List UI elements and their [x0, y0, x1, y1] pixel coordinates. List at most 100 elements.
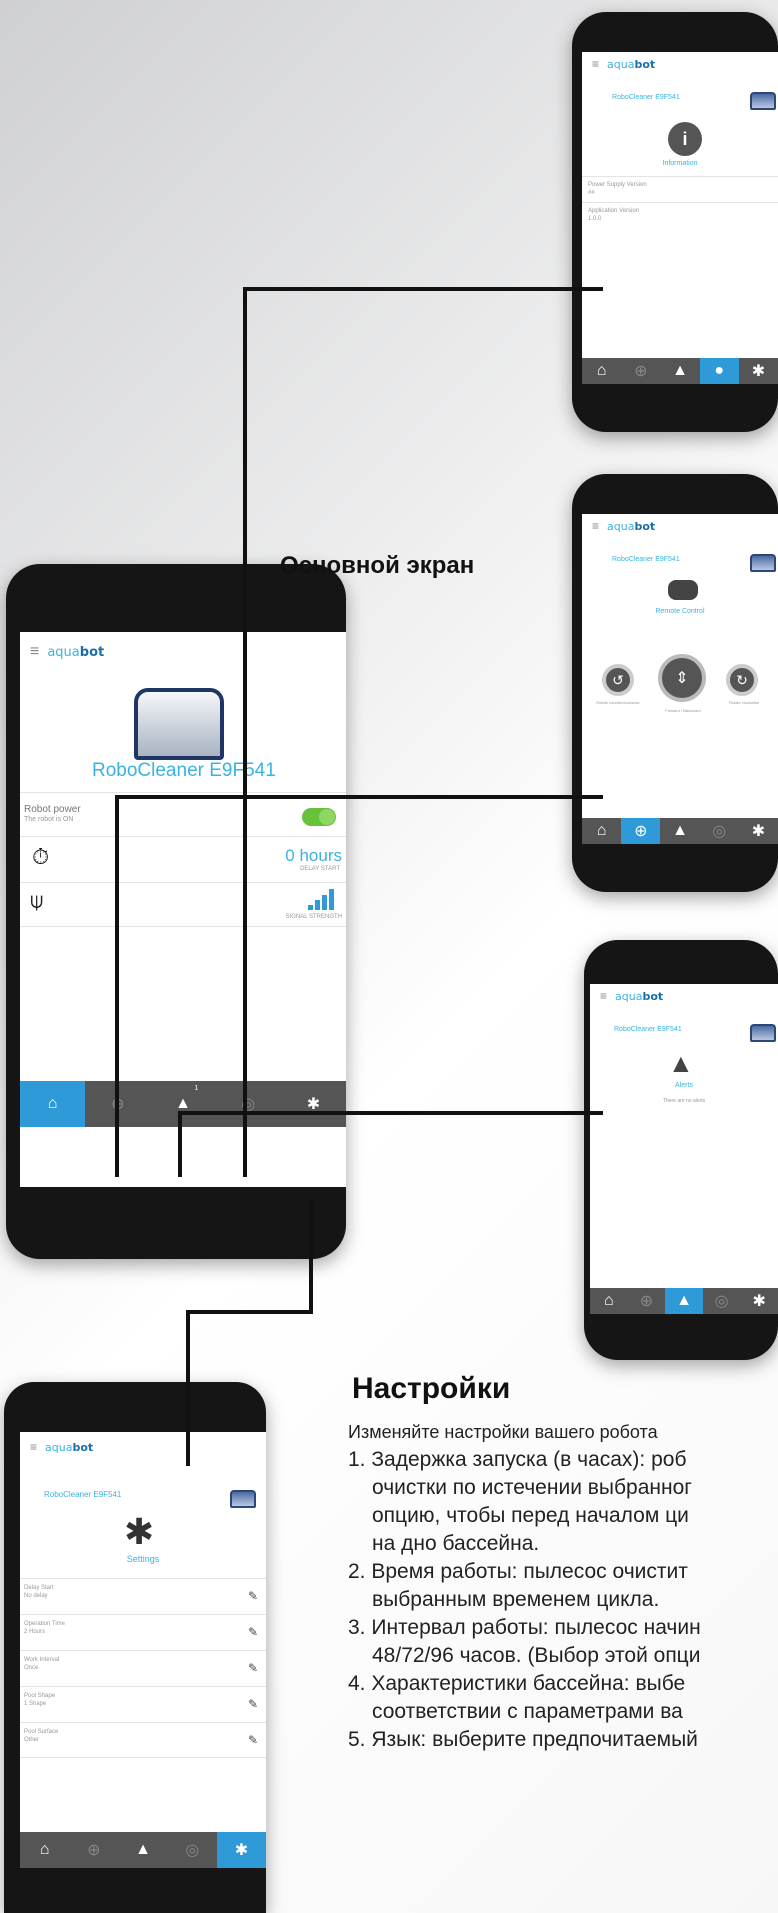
row-value: Other: [24, 1737, 40, 1743]
tab-remote[interactable]: ⊕: [621, 358, 660, 384]
tab-settings[interactable]: ✱: [739, 358, 778, 384]
settings-row[interactable]: Work Interval Once ✎: [20, 1650, 266, 1686]
row-label: Pool Shape: [24, 1693, 56, 1699]
tab-bar: ⌂ ⊕ ▲1 ◎ ✱: [20, 1081, 346, 1127]
connector-line: [115, 795, 603, 799]
settings-line: на дно бассейна.: [372, 1532, 540, 1555]
alerts-badge: 1: [194, 1085, 199, 1092]
delay-value[interactable]: 0 hours: [285, 846, 342, 866]
gamepad-icon: ⊕: [634, 823, 648, 840]
connector-line: [186, 1310, 190, 1466]
tab-settings[interactable]: ✱: [739, 818, 778, 844]
menu-icon[interactable]: ≡: [600, 989, 607, 1003]
power-toggle[interactable]: [302, 808, 336, 826]
app-header: ≡ aquabot: [582, 514, 778, 538]
settings-description: Изменяйте настройки вашего робота 1. Зад…: [348, 1418, 778, 1754]
edit-icon[interactable]: ✎: [248, 1733, 258, 1747]
divider: [20, 926, 346, 927]
settings-row[interactable]: Pool Surface Other ✎: [20, 1722, 266, 1758]
tab-remote[interactable]: ⊕: [628, 1288, 666, 1314]
forward-backward-caption: Forward / Backward: [665, 708, 701, 713]
edit-icon[interactable]: ✎: [248, 1661, 258, 1675]
settings-row[interactable]: Delay Start No delay ✎: [20, 1578, 266, 1614]
stopwatch-icon: ⏱: [32, 844, 50, 869]
edit-icon[interactable]: ✎: [248, 1625, 258, 1639]
connector-line: [243, 287, 247, 1177]
home-icon: ⌂: [39, 1841, 50, 1858]
rotate-ccw-button[interactable]: ↺: [602, 664, 634, 696]
tab-alerts[interactable]: ▲: [665, 1288, 703, 1314]
tab-remote[interactable]: ⊕: [621, 818, 661, 844]
main-screen-label: Основной экран: [280, 552, 475, 579]
connector-line: [178, 1111, 603, 1115]
tab-home[interactable]: ⌂: [20, 1081, 86, 1127]
robot-icon[interactable]: [230, 1490, 256, 1508]
robot-icon[interactable]: [750, 554, 776, 572]
field1-label: Power Supply Version: [588, 182, 647, 188]
tab-alerts[interactable]: ▲: [660, 358, 699, 384]
tab-settings[interactable]: ✱: [281, 1081, 346, 1127]
settings-line: очистки по истечении выбранног: [372, 1476, 692, 1499]
tab-settings[interactable]: ✱: [216, 1832, 266, 1868]
tab-alerts[interactable]: ▲ 1: [150, 1081, 215, 1127]
row-value: 2 Hours: [24, 1629, 46, 1635]
home-icon: ⌂: [596, 362, 607, 379]
app-header: ≡ aquabot: [582, 52, 778, 76]
info-screen: ≡ aquabot RoboCleaner E9F541 i Informati…: [582, 52, 778, 384]
robot-power-label: Robot power: [24, 804, 81, 815]
tab-info[interactable]: ◎: [216, 1081, 281, 1127]
tab-remote[interactable]: ⊕: [69, 1832, 118, 1868]
info-tab-icon: ◎: [714, 1293, 729, 1310]
antenna-icon: ⍦: [30, 888, 44, 913]
tab-info[interactable]: ●: [699, 358, 739, 384]
settings-screen: ≡ aquabot RoboCleaner E9F541 ✱ Settings …: [20, 1432, 266, 1868]
alerts-phone: ≡ aquabot RoboCleaner E9F541 ▲ Alerts Th…: [584, 940, 778, 1360]
menu-icon[interactable]: ≡: [30, 643, 39, 661]
tab-info[interactable]: ◎: [168, 1832, 217, 1868]
tab-alerts[interactable]: ▲: [660, 818, 699, 844]
settings-line: 5. Язык: выберите предпочитаемый: [348, 1728, 698, 1751]
remote-screen: ≡ aquabot RoboCleaner E9F541 Remote Cont…: [582, 514, 778, 844]
app-header: ≡ aquabot: [590, 984, 778, 1008]
alerts-screen: ≡ aquabot RoboCleaner E9F541 ▲ Alerts Th…: [590, 984, 778, 1314]
tab-alerts[interactable]: ▲: [118, 1832, 167, 1868]
menu-icon[interactable]: ≡: [30, 1440, 37, 1454]
settings-line: 3. Интервал работы: пылесос начин: [348, 1616, 701, 1639]
menu-icon[interactable]: ≡: [592, 519, 599, 533]
gear-icon: ✱: [124, 1511, 155, 1552]
row-label: Delay Start: [24, 1585, 54, 1591]
rotate-cw-button[interactable]: ↻: [726, 664, 758, 696]
tab-settings[interactable]: ✱: [740, 1288, 778, 1314]
info-tab-icon: ◎: [185, 1842, 200, 1859]
warning-icon: ▲: [672, 822, 688, 839]
warning-icon: ▲: [676, 1292, 692, 1309]
main-screen: ≡ aquabot RoboCleaner E9F541 Robot power…: [20, 632, 346, 1187]
tab-home[interactable]: ⌂: [590, 1288, 628, 1314]
tab-info[interactable]: ◎: [703, 1288, 741, 1314]
tab-info[interactable]: ◎: [700, 818, 739, 844]
gear-icon: ✱: [751, 823, 766, 840]
robot-power-status: The robot is ON: [24, 816, 74, 823]
device-name: RoboCleaner E9F541: [612, 556, 680, 563]
home-icon: ⌂: [603, 1292, 614, 1309]
brand-logo: aquabot: [47, 644, 105, 660]
settings-row[interactable]: Operation Time 2 Hours ✎: [20, 1614, 266, 1650]
field2-value: 1.0.0: [588, 216, 602, 222]
settings-intro: Изменяйте настройки вашего робота: [348, 1422, 658, 1442]
tab-home[interactable]: ⌂: [582, 358, 621, 384]
tab-home[interactable]: ⌂: [20, 1832, 69, 1868]
menu-icon[interactable]: ≡: [592, 57, 599, 71]
robot-icon[interactable]: [750, 92, 776, 110]
settings-row[interactable]: Pool Shape 1 Shape ✎: [20, 1686, 266, 1722]
tab-home[interactable]: ⌂: [582, 818, 621, 844]
brand-logo: aquabot: [607, 57, 656, 71]
device-name: RoboCleaner E9F541: [92, 760, 276, 781]
gamepad-icon: ⊕: [634, 363, 648, 380]
tab-bar: ⌂ ⊕ ▲ ◎ ✱: [582, 818, 778, 844]
forward-backward-button[interactable]: ⇕: [658, 654, 706, 702]
home-icon: ⌂: [596, 822, 607, 839]
info-icon: i: [668, 122, 702, 156]
edit-icon[interactable]: ✎: [248, 1589, 258, 1603]
robot-icon[interactable]: [750, 1024, 776, 1042]
edit-icon[interactable]: ✎: [248, 1697, 258, 1711]
